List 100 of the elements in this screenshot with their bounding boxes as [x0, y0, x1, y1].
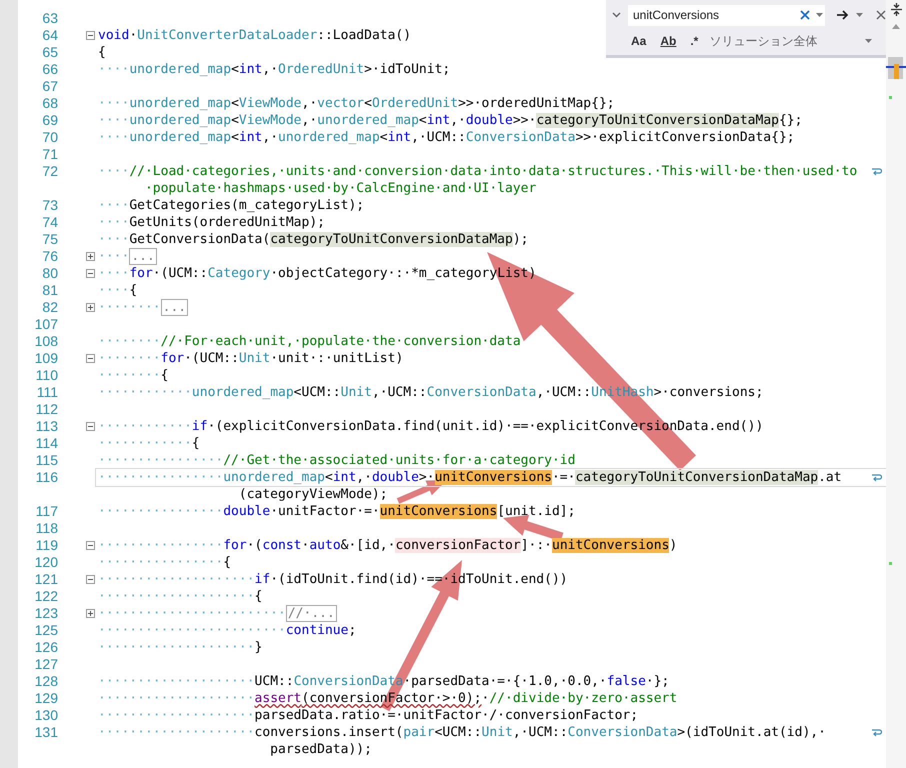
line-number: 120: [34, 554, 58, 571]
collapse-icon[interactable]: [86, 31, 95, 40]
code-line: ························//·...: [98, 605, 337, 622]
code-line: ····················{: [98, 589, 262, 604]
line-number: 125: [34, 622, 58, 639]
code-line: ····················conversions.insert(pair<UCM::Unit,·UCM::ConversionData>(idToUnit.at(id),·: [98, 725, 826, 740]
line-number: 113: [34, 418, 58, 435]
line-number: 116: [34, 469, 58, 486]
clear-icon[interactable]: [800, 10, 810, 20]
line-number: 128: [34, 673, 58, 690]
change-marker: [889, 562, 892, 565]
code-line-continuation: (categoryViewMode);: [238, 486, 388, 503]
search-text: unitConversions: [633, 7, 720, 24]
collapse-icon[interactable]: [86, 422, 95, 431]
line-number: 107: [34, 316, 58, 333]
code-line: ············if·(explicitConversionData.find(unit.id)·==·explicitConversionData.end()): [98, 419, 764, 434]
change-marker: [889, 96, 892, 99]
code-line-continuation: ·populate·hashmaps·used·by·CalcEngine·and·UI·layer: [144, 180, 536, 197]
code-line: ········{: [98, 368, 168, 383]
collapse-icon[interactable]: [86, 354, 95, 363]
code-line: ····GetCategories(m_categoryList);: [98, 198, 364, 213]
line-number: 110: [34, 367, 58, 384]
code-line: ····················parsedData.ratio·=·unitFactor·/·conversionFactor;: [98, 708, 638, 723]
scroll-up-icon[interactable]: [892, 24, 900, 29]
expand-chevron-icon[interactable]: [612, 12, 621, 18]
search-field[interactable]: unitConversions: [628, 4, 825, 26]
line-number: 73: [41, 197, 58, 214]
line-number: 72: [41, 163, 58, 180]
code-line: ························continue;: [98, 623, 356, 638]
code-line: ················double·unitFactor·=·unitConversions[unit.id];: [98, 504, 576, 519]
code-line: ················//·Get·the·associated·units·for·a·category·id: [98, 453, 576, 468]
search-option-toggle[interactable]: .*: [687, 32, 702, 50]
line-number: 117: [34, 503, 58, 520]
line-number: 74: [41, 214, 58, 231]
line-number: 108: [34, 333, 58, 350]
code-line: ················{: [98, 555, 232, 570]
line-number: 69: [41, 112, 58, 129]
collapse-icon[interactable]: [86, 541, 95, 550]
line-number: 65: [41, 44, 58, 61]
code-line: ············unordered_map<UCM::Unit,·UCM::ConversionData,·UCM::UnitHash>·conversions;: [98, 385, 764, 400]
caret-icon[interactable]: [816, 13, 823, 17]
line-number: 64: [41, 27, 58, 44]
line-number: 67: [41, 78, 58, 95]
code-line: ····GetUnits(orderedUnitMap);: [98, 215, 325, 230]
line-number: 115: [34, 452, 58, 469]
expand-icon[interactable]: [86, 609, 95, 618]
code-line: void·UnitConverterDataLoader::LoadData(): [98, 28, 412, 43]
code-line: ····...: [98, 248, 157, 265]
search-option-toggle[interactable]: Ab: [657, 32, 680, 50]
caret-icon[interactable]: [865, 39, 872, 43]
line-number: 81: [41, 282, 58, 299]
code-line-continuation: parsedData));: [270, 741, 372, 758]
line-number: 70: [41, 129, 58, 146]
code-line: {: [98, 45, 106, 60]
code-line: ················for·(const·auto&·[id,·conversionFactor]·:·unitConversions): [98, 538, 678, 553]
code-line: ····for·(UCM::Category·objectCategory·:·*m_categoryList): [98, 266, 536, 281]
code-line: ················unordered_map<int,·double>·unitConversions·=·categoryToUnitConversionDataMap.at: [98, 470, 842, 485]
line-number: 123: [34, 605, 58, 622]
code-line: ····················assert(conversionFactor·>·0);·//·divide·by·zero·assert: [98, 691, 678, 706]
collapse-icon[interactable]: [86, 269, 95, 278]
find-next-icon[interactable]: [837, 10, 849, 20]
line-number: 111: [36, 384, 58, 401]
code-line: ····unordered_map<int,·unordered_map<int,·UCM::ConversionData>>·explicitConversionData{};: [98, 130, 795, 145]
line-number: 127: [34, 656, 58, 673]
code-line: ············{: [98, 436, 200, 451]
line-number: 119: [34, 537, 58, 554]
line-number: 121: [34, 571, 58, 588]
code-line: ········//·For·each·unit,·populate·the·conversion·data: [98, 334, 521, 349]
expand-icon[interactable]: [86, 252, 95, 261]
code-line: ····················if·(idToUnit.find(id)·==·idToUnit.end()): [98, 572, 568, 587]
collapse-icon[interactable]: [86, 575, 95, 584]
line-number: 118: [34, 520, 58, 537]
line-number: 80: [41, 265, 58, 282]
code-line: ········for·(UCM::Unit·unit·:·unitList): [98, 351, 404, 366]
line-number: 112: [34, 401, 58, 418]
find-result-marker: [894, 64, 899, 79]
code-line: ····//·Load·categories,·units·and·conversion·data·into·data·structures.·This·will·be·then·used·to: [98, 164, 858, 179]
line-number: 63: [41, 10, 58, 27]
line-number: 114: [34, 435, 58, 452]
line-number: 82: [41, 299, 58, 316]
line-number: 109: [34, 350, 58, 367]
search-option-toggle[interactable]: Aa: [628, 32, 650, 50]
line-number: 129: [34, 690, 58, 707]
caret-icon[interactable]: [856, 13, 863, 17]
code-line: ····{: [98, 283, 138, 298]
line-number: 76: [41, 248, 58, 265]
code-line: ····unordered_map<int,·OrderedUnit>·idToUnit;: [98, 62, 450, 77]
close-icon[interactable]: [876, 10, 886, 20]
code-line: ····················}: [98, 640, 262, 655]
line-number: 131: [34, 724, 58, 741]
line-number: 126: [34, 639, 58, 656]
line-number: 75: [41, 231, 58, 248]
search-scope-dropdown[interactable]: ソリューション全体: [709, 32, 858, 50]
line-number: 130: [34, 707, 58, 724]
code-line: ········...: [98, 299, 188, 316]
expand-icon[interactable]: [86, 303, 95, 312]
split-icon[interactable]: [891, 3, 902, 16]
line-number: 71: [41, 146, 58, 163]
scrollbar[interactable]: [886, 0, 906, 768]
code-line: ····GetConversionData(categoryToUnitConversionDataMap);: [98, 232, 528, 247]
